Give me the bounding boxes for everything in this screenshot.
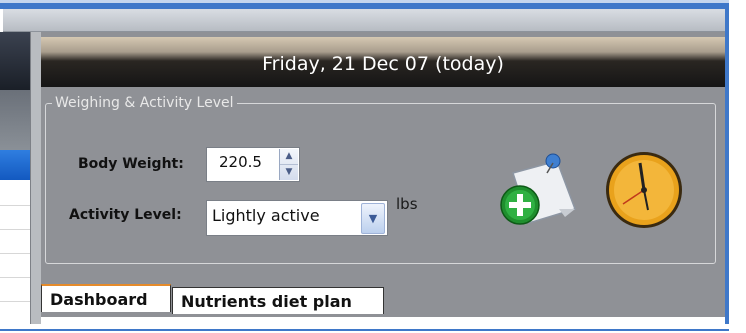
clock-icon[interactable] — [601, 147, 687, 233]
spin-buttons: ▲ ▼ — [279, 149, 298, 180]
list-item[interactable] — [0, 230, 30, 254]
left-list-panel — [0, 32, 30, 326]
left-panel-header — [0, 32, 30, 90]
tab-label: Dashboard — [50, 290, 148, 309]
list-item[interactable] — [0, 278, 30, 302]
tab-content-area — [41, 317, 725, 324]
tab-nutrients-diet-plan[interactable]: Nutrients diet plan — [172, 287, 384, 314]
activity-level-label: Activity Level: — [69, 207, 182, 223]
add-note-icon[interactable] — [495, 151, 581, 227]
window-frame-bottom — [0, 329, 729, 331]
main-panel: Friday, 21 Dec 07 (today) Weighing & Act… — [41, 32, 725, 324]
chevron-down-icon[interactable]: ▼ — [280, 165, 298, 180]
activity-level-select[interactable]: Lightly active ▼ — [206, 200, 388, 236]
date-header-bar: Friday, 21 Dec 07 (today) — [41, 37, 725, 87]
left-panel-subheader — [0, 90, 30, 150]
list-item[interactable] — [0, 302, 30, 326]
chevron-down-icon[interactable]: ▼ — [361, 203, 385, 234]
desktop-background — [729, 0, 746, 333]
weighing-activity-group: Weighing & Activity Level Body Weight: 2… — [45, 95, 716, 264]
tab-label: Nutrients diet plan — [181, 292, 352, 311]
activity-level-value: Lightly active — [212, 206, 320, 225]
list-item[interactable] — [0, 182, 30, 206]
list-item-selected[interactable] — [0, 150, 30, 180]
list-item[interactable] — [0, 206, 30, 230]
chevron-up-icon[interactable]: ▲ — [280, 149, 298, 165]
window-frame-highlight — [0, 0, 746, 3]
body-weight-label: Body Weight: — [78, 156, 184, 172]
weight-unit: lbs — [396, 195, 418, 213]
tab-dashboard[interactable]: Dashboard — [41, 284, 171, 312]
body-weight-value: 220.5 — [219, 153, 262, 171]
group-title: Weighing & Activity Level — [52, 95, 237, 111]
body-weight-stepper[interactable]: 220.5 ▲ ▼ — [206, 147, 300, 182]
window-titlebar — [3, 9, 725, 32]
list-item[interactable] — [0, 254, 30, 278]
date-header: Friday, 21 Dec 07 (today) — [262, 53, 504, 75]
